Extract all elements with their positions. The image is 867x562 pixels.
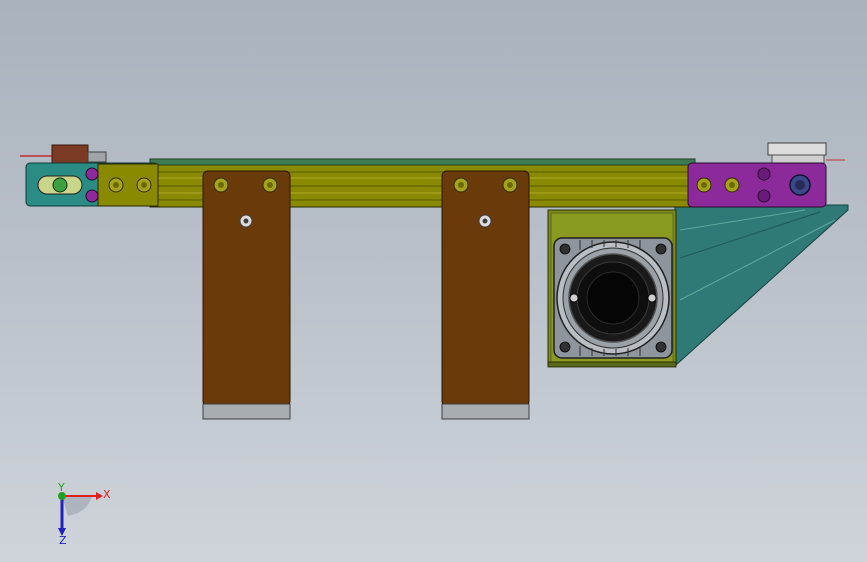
cad-viewport[interactable]: X Y Z — [0, 0, 867, 562]
leg-right[interactable] — [441, 170, 530, 420]
motor-flange-bolt-bl — [559, 341, 571, 353]
motor-screw-left — [569, 293, 579, 303]
motor-flange-bolt-tr — [655, 243, 667, 255]
left-hole-1-inner — [113, 182, 119, 188]
motor-bottom-plate — [547, 361, 677, 368]
conveyor-model[interactable] — [0, 0, 867, 562]
right-bolt-bottom[interactable] — [757, 189, 771, 203]
left-sensor-block[interactable] — [51, 144, 89, 164]
left-bolt-top[interactable] — [85, 167, 99, 181]
left-hole-2-inner — [141, 182, 147, 188]
right-hole-1-inner — [701, 182, 707, 188]
left-sensor-cap — [87, 151, 107, 163]
y-axis-label: Y — [57, 482, 65, 494]
right-shaft-inner — [795, 180, 805, 190]
x-axis-arrow — [96, 492, 103, 500]
support-triangle[interactable] — [674, 204, 849, 367]
coordinate-triad: X Y Z — [57, 482, 111, 546]
right-bolt-top[interactable] — [757, 167, 771, 181]
right-hole-2-inner — [729, 182, 735, 188]
right-top-block[interactable] — [767, 142, 827, 156]
left-bolt-bottom[interactable] — [85, 189, 99, 203]
left-slot-screw — [52, 177, 68, 193]
motor-shaft-hub[interactable] — [586, 271, 640, 325]
z-axis-label: Z — [59, 534, 67, 546]
motor-flange-bolt-tl — [559, 243, 571, 255]
rail-top-strip — [149, 158, 696, 166]
triad-shadow — [62, 496, 92, 516]
x-axis-label: X — [103, 488, 111, 501]
motor-flange-bolt-br — [655, 341, 667, 353]
motor-screw-right — [647, 293, 657, 303]
leg-left[interactable] — [202, 170, 291, 420]
